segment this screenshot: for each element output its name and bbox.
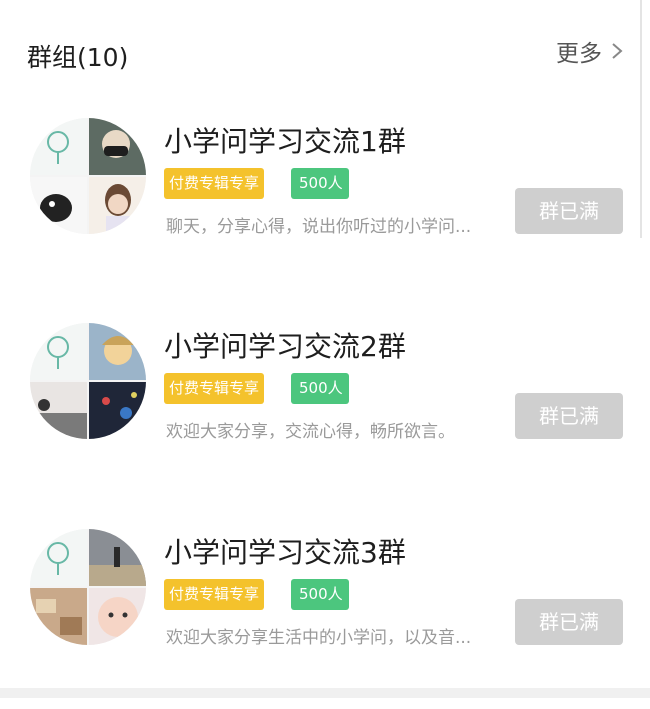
member-count-badge: 500人	[291, 579, 349, 610]
group-name: 小学问学习交流1群	[164, 125, 406, 158]
group-avatar	[30, 529, 146, 645]
member-count-badge: 500人	[291, 168, 349, 199]
group-description: 欢迎大家分享，交流心得，畅所欲言。	[166, 422, 455, 442]
group-avatar	[30, 118, 146, 234]
groups-header: 群组(10) 更多	[0, 0, 650, 100]
group-card[interactable]: 小学问学习交流1群 付费专辑专享 500人 聊天，分享心得，说出你听过的小学问.…	[0, 118, 650, 298]
groups-title: 群组(10)	[27, 43, 129, 72]
chevron-right-icon	[610, 41, 624, 61]
group-full-button[interactable]: 群已满	[515, 188, 623, 234]
group-avatar	[30, 323, 146, 439]
more-label: 更多	[556, 41, 602, 67]
group-description: 聊天，分享心得，说出你听过的小学问...	[166, 217, 472, 237]
group-full-button[interactable]: 群已满	[515, 393, 623, 439]
paid-album-badge: 付费专辑专享	[164, 373, 264, 404]
group-name: 小学问学习交流2群	[164, 330, 406, 363]
member-count-badge: 500人	[291, 373, 349, 404]
group-card[interactable]: 小学问学习交流2群 付费专辑专享 500人 欢迎大家分享，交流心得，畅所欲言。 …	[0, 323, 650, 503]
bottom-separator	[0, 688, 650, 698]
more-link[interactable]: 更多	[556, 34, 624, 68]
group-card[interactable]: 小学问学习交流3群 付费专辑专享 500人 欢迎大家分享生活中的小学问，以及音.…	[0, 529, 650, 709]
group-full-button[interactable]: 群已满	[515, 599, 623, 645]
group-description: 欢迎大家分享生活中的小学问，以及音...	[166, 628, 472, 648]
group-name: 小学问学习交流3群	[164, 536, 406, 569]
paid-album-badge: 付费专辑专享	[164, 168, 264, 199]
paid-album-badge: 付费专辑专享	[164, 579, 264, 610]
